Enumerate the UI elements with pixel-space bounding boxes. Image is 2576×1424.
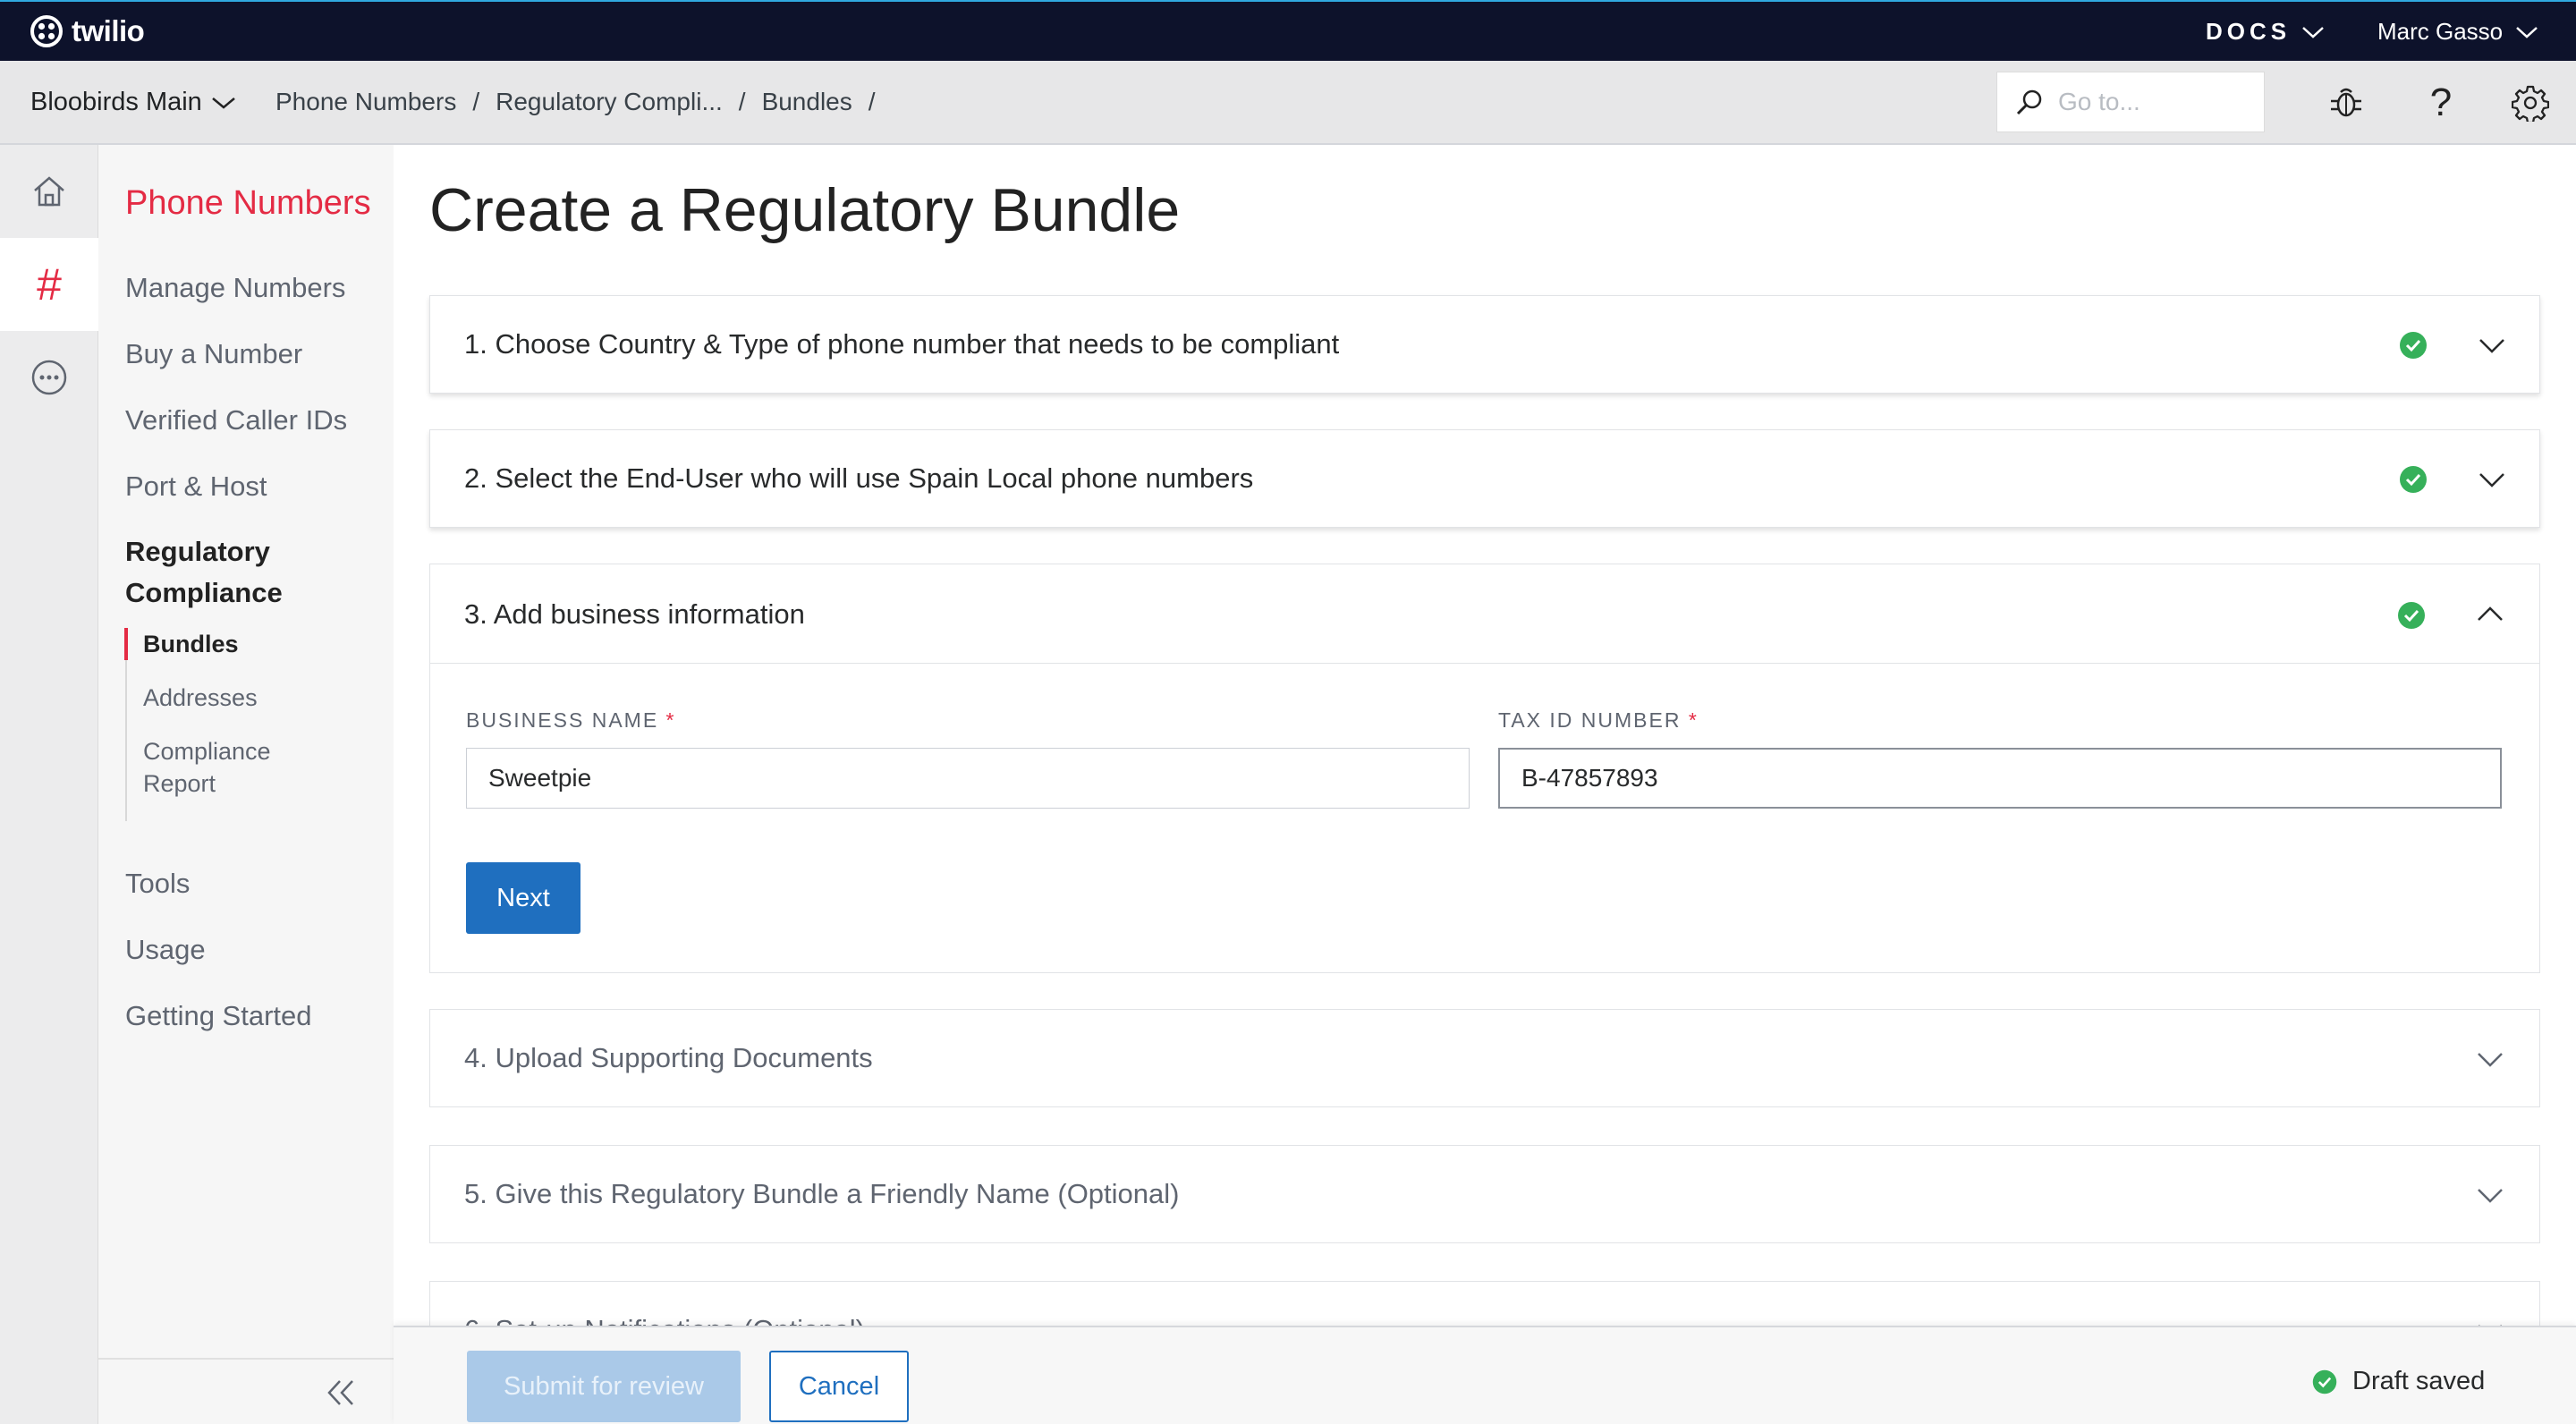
breadcrumb-separator: / [472,88,480,115]
help-icon: ? [2429,81,2453,124]
sidebar-item-buy-number[interactable]: Buy a Number [125,338,302,370]
twilio-logo[interactable]: twilio [29,11,145,52]
sidebar-collapse-button[interactable] [98,1358,394,1424]
search-icon [2016,89,2042,115]
twilio-logo-icon [30,15,63,47]
app-rail: # [0,145,98,1424]
submit-for-review-button[interactable]: Submit for review [467,1351,741,1422]
hash-icon: # [37,259,62,309]
gear-icon [2512,85,2549,122]
docs-menu[interactable]: DOCS [2206,18,2325,46]
account-name: Bloobirds Main [30,88,202,116]
rail-more[interactable] [0,331,98,424]
breadcrumb-regulatory-compliance[interactable]: Regulatory Compli... [496,88,723,116]
rail-phone-numbers[interactable]: # [0,238,98,331]
rail-home[interactable] [0,145,98,238]
chevron-down-icon [2479,473,2504,487]
chevron-down-icon [2478,1189,2503,1203]
account-switcher[interactable]: Bloobirds Main [30,88,236,117]
home-icon [34,176,64,207]
breadcrumb-bundles[interactable]: Bundles [762,88,852,116]
sidebar-item-usage[interactable]: Usage [125,934,206,966]
check-circle-icon [2398,602,2425,629]
double-chevron-left-icon [327,1380,353,1405]
step-3-panel: 3. Add business information BUSINESS NAM… [429,564,2540,973]
more-icon [31,360,67,395]
sidebar-item-port-host[interactable]: Port & Host [125,470,267,503]
draft-status-text: Draft saved [2352,1367,2486,1395]
required-mark: * [1688,708,1699,732]
check-circle-icon [2312,1369,2337,1394]
business-info-form: BUSINESS NAME * TAX ID NUMBER * Next [430,663,2539,972]
sidebar-item-manage-numbers[interactable]: Manage Numbers [125,272,345,304]
sidebar-item-getting-started[interactable]: Getting Started [125,1000,312,1032]
sidebar-item-tools[interactable]: Tools [125,868,190,900]
chevron-down-icon [2516,26,2538,38]
chevron-down-icon [212,97,235,109]
logo-text: twilio [72,14,145,47]
breadcrumb-separator: / [868,88,876,115]
step-4-label: 4. Upload Supporting Documents [464,1042,873,1073]
step-2-panel: 2. Select the End-User who will use Spai… [429,429,2540,528]
settings-button[interactable] [2510,82,2551,123]
breadcrumb: Phone Numbers / Regulatory Compli... / B… [275,88,876,116]
help-button[interactable]: ? [2420,81,2462,124]
required-mark: * [665,708,676,732]
step-5-label: 5. Give this Regulatory Bundle a Friendl… [464,1178,1180,1209]
search-box[interactable] [1996,72,2265,132]
step-1-panel: 1. Choose Country & Type of phone number… [429,295,2540,394]
business-name-label-text: BUSINESS NAME [466,708,659,732]
breadcrumb-phone-numbers[interactable]: Phone Numbers [275,88,456,116]
step-1-label: 1. Choose Country & Type of phone number… [464,328,1340,360]
sidebar-subnav: Bundles Addresses Compliance Report [124,628,376,821]
chevron-down-icon [2478,1053,2503,1067]
business-name-input[interactable] [466,748,1470,809]
sub-bar: Bloobirds Main Phone Numbers / Regulator… [0,61,2576,145]
step-3-header[interactable]: 3. Add business information [430,564,2539,663]
page-title: Create a Regulatory Bundle [429,176,1181,244]
step-2-label: 2. Select the End-User who will use Spai… [464,462,1254,494]
tax-id-label-text: TAX ID NUMBER [1498,708,1682,732]
sidebar-item-regulatory-compliance[interactable]: Regulatory Compliance [125,531,340,614]
sidebar-subitem-bundles[interactable]: Bundles [124,628,376,660]
step-5-panel: 5. Give this Regulatory Bundle a Friendl… [429,1145,2540,1243]
step-2-header[interactable]: 2. Select the End-User who will use Spai… [430,430,2539,529]
product-sidebar: Phone Numbers Manage Numbers Buy a Numbe… [98,145,394,1424]
next-button[interactable]: Next [466,862,580,934]
breadcrumb-separator: / [738,88,746,115]
step-4-header[interactable]: 4. Upload Supporting Documents [430,1010,2539,1108]
debugger-button[interactable] [2326,82,2367,123]
check-circle-icon [2400,466,2427,493]
user-name: Marc Gasso [2377,18,2504,45]
debugger-icon [2331,88,2361,117]
docs-label: DOCS [2206,18,2292,45]
cancel-button[interactable]: Cancel [769,1351,909,1422]
business-name-label: BUSINESS NAME * [466,708,676,733]
user-menu[interactable]: Marc Gasso [2377,18,2538,46]
tax-id-label: TAX ID NUMBER * [1498,708,1699,733]
chevron-down-icon [2302,26,2324,38]
draft-status: Draft saved [2311,1367,2485,1396]
tax-id-input[interactable] [1498,748,2502,809]
step-1-header[interactable]: 1. Choose Country & Type of phone number… [430,296,2539,394]
step-5-header[interactable]: 5. Give this Regulatory Bundle a Friendl… [430,1146,2539,1244]
sidebar-item-verified-caller-ids[interactable]: Verified Caller IDs [125,404,347,437]
action-bar: Submit for review Cancel Draft saved [394,1326,2576,1424]
top-bar: twilio DOCS Marc Gasso [0,0,2576,61]
sidebar-subitem-addresses[interactable]: Addresses [127,682,376,714]
search-input[interactable] [2056,87,2244,117]
chevron-down-icon [2479,339,2504,353]
step-4-panel: 4. Upload Supporting Documents [429,1009,2540,1107]
check-circle-icon [2400,332,2427,359]
step-3-label: 3. Add business information [464,598,805,630]
sidebar-title[interactable]: Phone Numbers [125,184,371,223]
sidebar-subitem-compliance-report[interactable]: Compliance Report [127,735,271,800]
chevron-up-icon [2478,606,2503,621]
